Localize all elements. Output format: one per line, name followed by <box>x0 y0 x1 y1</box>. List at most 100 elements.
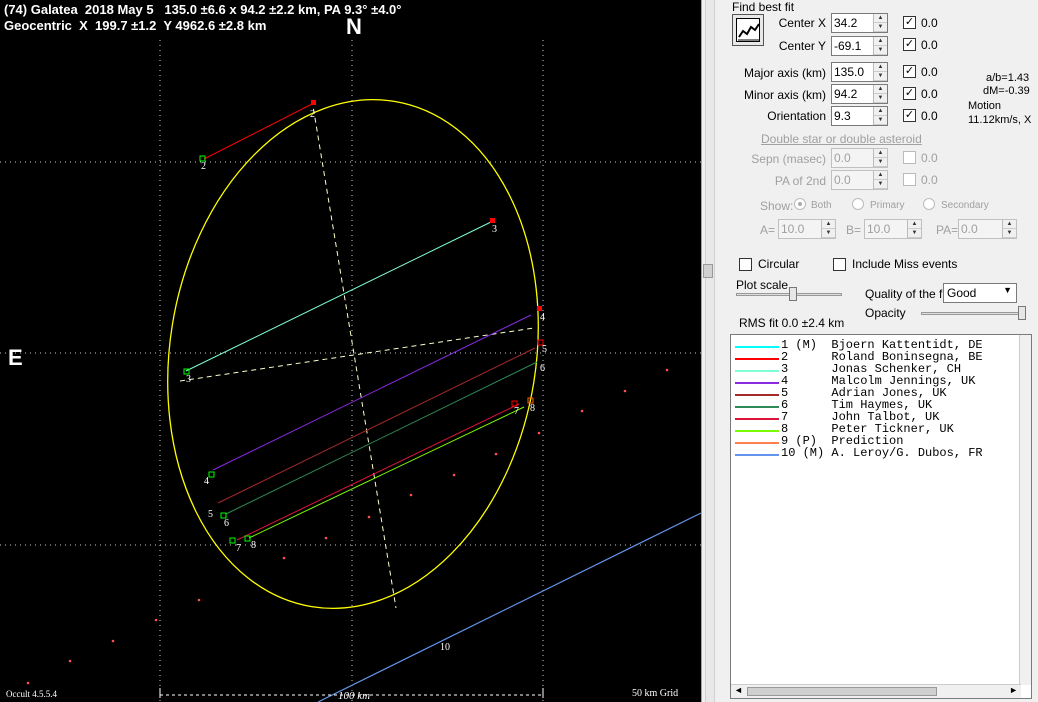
a-input[interactable]: 10.0 ▲ ▼ <box>778 219 836 239</box>
spin-buttons[interactable]: ▲ ▼ <box>821 220 835 238</box>
observer-color-swatch <box>735 394 779 396</box>
observer-color-swatch <box>735 418 779 420</box>
quality-dropdown[interactable]: Good ▼ <box>943 283 1017 303</box>
chord-10 <box>317 512 701 702</box>
occultation-plot[interactable]: 2 2 3 3 4 4 5 5 6 6 7 7 8 8 10 (74) Gala… <box>0 0 701 702</box>
observer-color-swatch <box>735 442 779 444</box>
east-label: E <box>8 345 23 370</box>
observer-color-swatch <box>735 406 779 408</box>
major-axis-line <box>179 327 535 382</box>
center-x-checkbox[interactable]: ✓ <box>903 16 916 29</box>
find-best-fit-button[interactable] <box>732 14 764 46</box>
minor-axis-line <box>311 99 397 609</box>
plot-scale-slider[interactable] <box>789 287 797 301</box>
sepn-input[interactable]: 0.0 ▲ ▼ <box>831 148 888 168</box>
grid-label: 50 km Grid <box>632 688 679 699</box>
minor-axis-label: Minor axis (km) <box>743 88 826 102</box>
observer-color-swatch <box>735 370 779 372</box>
center-y-label: Center Y <box>778 39 826 53</box>
center-x-label: Center X <box>778 16 826 30</box>
observer-name: 10 (M) A. Leroy/G. Dubos, FR <box>781 446 983 460</box>
miss-points <box>26 368 669 685</box>
major-axis-delta: 0.0 <box>921 65 938 79</box>
motion-value: 11.12km/s, X <box>968 114 1032 126</box>
scroll-left-icon[interactable]: ◄ <box>734 685 743 695</box>
show-both-radio[interactable] <box>794 198 806 210</box>
center-y-delta: 0.0 <box>921 38 938 52</box>
chord-label: 10 <box>440 642 450 653</box>
chevron-down-icon: ▼ <box>1003 285 1012 295</box>
fit-panel: Find best fit Center X 34.2 ▲ ▼ ✓ 0.0 Cen… <box>718 0 1038 702</box>
major-axis-checkbox[interactable]: ✓ <box>903 65 916 78</box>
find-best-fit-label: Find best fit <box>732 0 795 14</box>
sepn-label: Sepn (masec) <box>751 152 826 166</box>
show-primary-radio[interactable] <box>852 198 864 210</box>
observer-color-swatch <box>735 430 779 432</box>
chord-label: 2 <box>310 109 315 120</box>
sepn-delta: 0.0 <box>921 151 938 165</box>
pa-input[interactable]: 0.0 ▲ ▼ <box>958 219 1017 239</box>
spin-buttons[interactable]: ▲ ▼ <box>873 63 887 81</box>
minor-axis-checkbox[interactable]: ✓ <box>903 87 916 100</box>
show-primary-label: Primary <box>870 200 905 211</box>
orientation-delta: 0.0 <box>921 109 938 123</box>
chord-label: 4 <box>540 312 545 323</box>
center-x-input[interactable]: 34.2 ▲ ▼ <box>831 13 888 33</box>
chord-8 <box>248 406 525 539</box>
list-hscrollbar[interactable]: ◄ ► <box>731 684 1021 698</box>
chord-label: 4 <box>204 476 209 487</box>
sepn-checkbox[interactable] <box>903 151 916 164</box>
scroll-thumb[interactable] <box>703 264 713 278</box>
observer-color-swatch <box>735 358 779 360</box>
opacity-track <box>921 312 1026 315</box>
center-x-delta: 0.0 <box>921 16 938 30</box>
pa2-checkbox[interactable] <box>903 173 916 186</box>
chord-label: 7 <box>236 543 241 554</box>
opacity-slider[interactable] <box>1018 306 1026 320</box>
minor-axis-delta: 0.0 <box>921 87 938 101</box>
orientation-input[interactable]: 9.3 ▲ ▼ <box>831 106 888 126</box>
show-label: Show: <box>760 199 794 213</box>
b-input[interactable]: 10.0 ▲ ▼ <box>864 219 922 239</box>
chord-label: 7 <box>514 406 519 417</box>
spin-buttons[interactable]: ▲ ▼ <box>873 37 887 55</box>
list-vscrollbar[interactable] <box>1019 335 1031 685</box>
spin-buttons[interactable]: ▲ ▼ <box>907 220 921 238</box>
minor-axis-input[interactable]: 94.2 ▲ ▼ <box>831 84 888 104</box>
delta-mag: dM=-0.39 <box>983 85 1030 97</box>
orientation-checkbox[interactable]: ✓ <box>903 109 916 122</box>
circular-checkbox[interactable] <box>739 258 752 271</box>
pa2-delta: 0.0 <box>921 173 938 187</box>
spin-buttons[interactable]: ▲ ▼ <box>873 171 887 189</box>
chord-3 <box>185 220 494 372</box>
chord-4 <box>212 314 532 471</box>
pa2-input[interactable]: 0.0 ▲ ▼ <box>831 170 888 190</box>
plot-scrollbar[interactable] <box>705 0 715 702</box>
include-miss-checkbox[interactable] <box>833 258 846 271</box>
spin-buttons[interactable]: ▲ ▼ <box>873 14 887 32</box>
list-hscroll-thumb[interactable] <box>747 687 937 696</box>
chord-label: 3 <box>186 374 191 385</box>
pa2-label: PA of 2nd <box>774 174 826 188</box>
center-y-checkbox[interactable]: ✓ <box>903 38 916 51</box>
show-secondary-radio[interactable] <box>923 198 935 210</box>
plot-title: (74) Galatea 2018 May 5 135.0 ±6.6 x 94.… <box>4 2 402 17</box>
chord-label: 5 <box>208 509 213 520</box>
spin-buttons[interactable]: ▲ ▼ <box>1002 220 1016 238</box>
chart-fit-icon <box>736 18 760 42</box>
observer-row[interactable]: 10 (M) A. Leroy/G. Dubos, FR <box>731 446 1021 460</box>
include-miss-label: Include Miss events <box>852 257 958 271</box>
version-label: Occult 4.5.5.4 <box>6 689 57 699</box>
observer-color-swatch <box>735 454 779 456</box>
major-axis-input[interactable]: 135.0 ▲ ▼ <box>831 62 888 82</box>
quality-label: Quality of the fit <box>865 287 949 301</box>
spin-buttons[interactable]: ▲ ▼ <box>873 107 887 125</box>
observer-list[interactable]: 1 (M) Bjoern Kattentidt, DE 2 Roland Boni… <box>730 334 1032 699</box>
spin-buttons[interactable]: ▲ ▼ <box>873 85 887 103</box>
grid <box>0 40 701 702</box>
center-y-input[interactable]: -69.1 ▲ ▼ <box>831 36 888 56</box>
spin-buttons[interactable]: ▲ ▼ <box>873 149 887 167</box>
scroll-right-icon[interactable]: ► <box>1009 685 1018 695</box>
plot-subtitle: Geocentric X 199.7 ±1.2 Y 4962.6 ±2.8 km <box>4 18 267 33</box>
chord-label: 5 <box>542 344 547 355</box>
